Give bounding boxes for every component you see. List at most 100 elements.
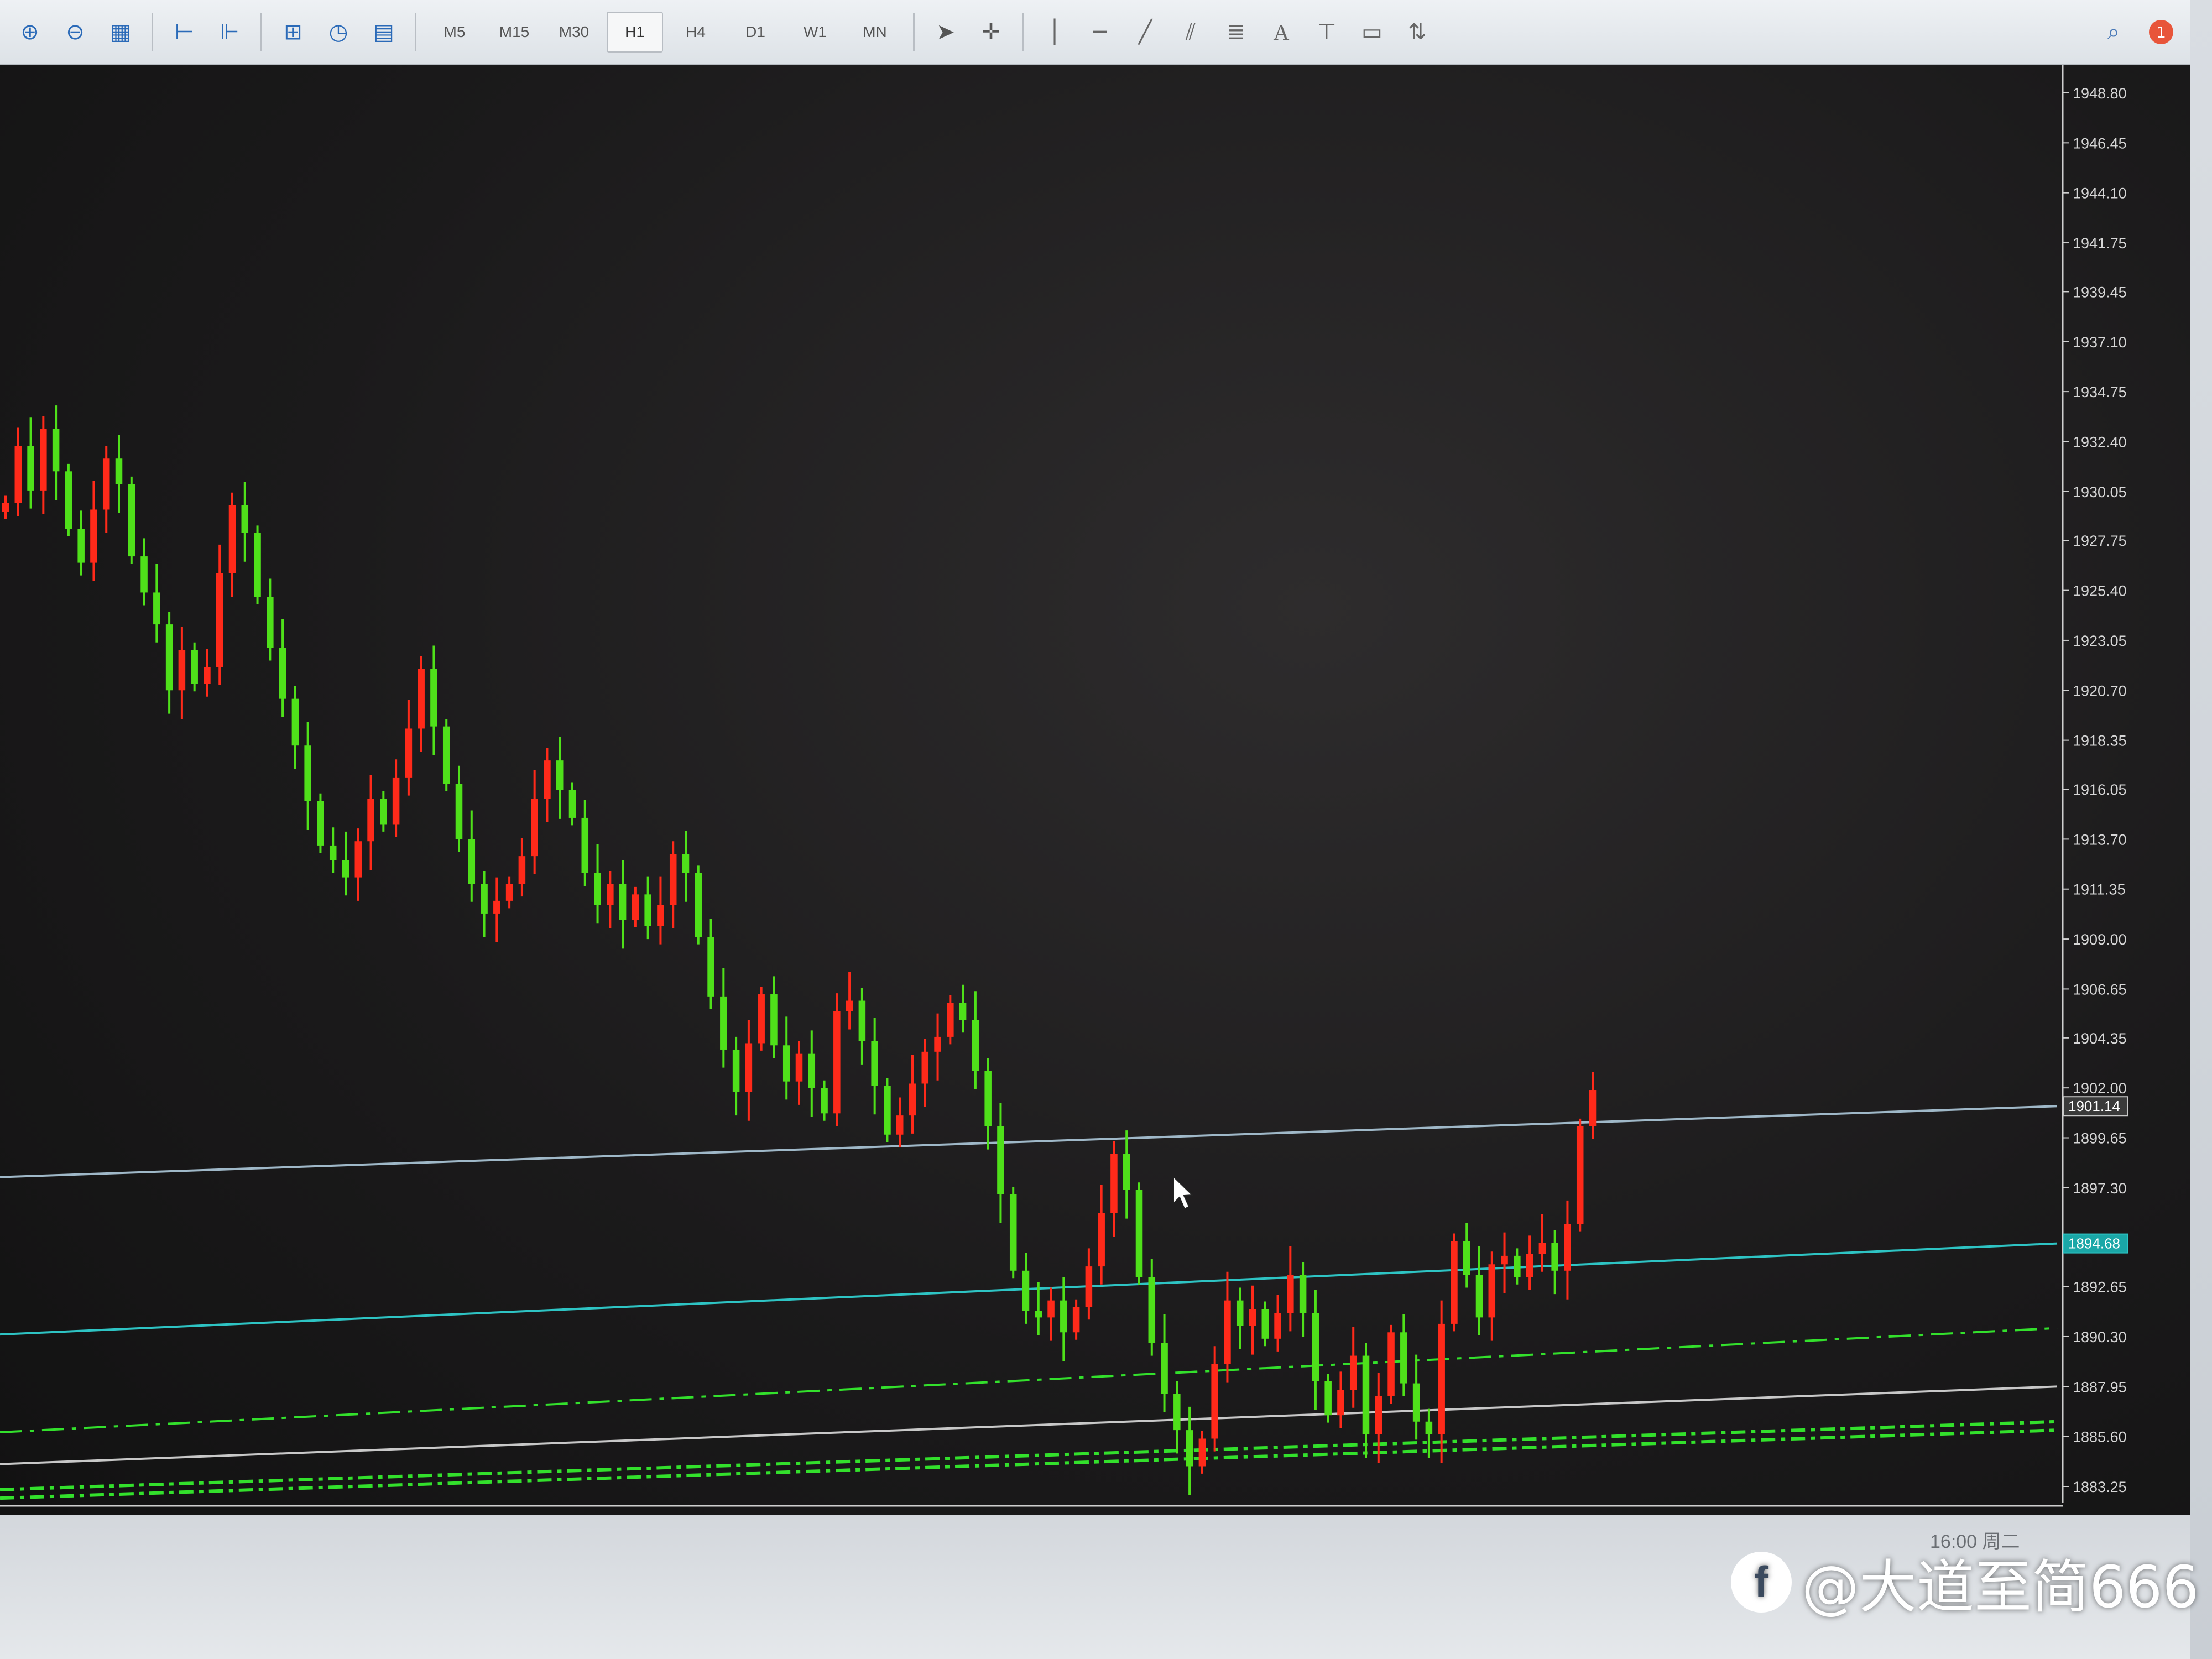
zoom-out-icon[interactable]: ⊖ — [55, 12, 95, 52]
price-tick-label: 1913.70 — [2073, 831, 2127, 848]
price-tick-label: 1897.30 — [2073, 1180, 2127, 1197]
candle-body — [782, 1045, 790, 1082]
candle-body — [1085, 1266, 1093, 1307]
price-tick-label: 1948.80 — [2073, 85, 2127, 102]
candle-body — [556, 760, 564, 790]
price-tick-label: 1941.75 — [2073, 235, 2127, 252]
candle-body — [1035, 1311, 1042, 1318]
candle-body — [1564, 1224, 1571, 1271]
candle-body — [934, 1036, 941, 1052]
candle-body — [1123, 1154, 1130, 1190]
candle-body — [657, 905, 664, 927]
candle-body — [821, 1088, 828, 1114]
candle-body — [1576, 1126, 1584, 1224]
candle-body — [468, 839, 476, 884]
toolbar-separator — [415, 13, 416, 51]
candle-body — [216, 573, 223, 667]
candle-body — [1551, 1243, 1558, 1271]
candle-body — [594, 873, 601, 905]
candle-body — [267, 597, 274, 648]
price-tick-label: 1890.30 — [2073, 1329, 2127, 1345]
candle-body — [442, 726, 450, 784]
candle-body — [430, 669, 437, 727]
candle-body — [342, 860, 349, 878]
fibonacci-icon[interactable]: ≣ — [1216, 12, 1256, 52]
candle-body — [1501, 1255, 1508, 1265]
text-icon[interactable]: A — [1261, 12, 1301, 52]
period-clock-icon[interactable]: ◷ — [319, 12, 358, 52]
price-tick-label: 1909.00 — [2073, 931, 2127, 948]
candle-body — [1337, 1390, 1344, 1416]
price-tick-label: 1923.05 — [2073, 633, 2127, 649]
alert-badge[interactable]: 1 — [2149, 20, 2173, 44]
candle-body — [1135, 1190, 1143, 1277]
candle-body — [1198, 1438, 1206, 1467]
text-label-icon[interactable]: ⊤ — [1307, 12, 1347, 52]
candle-body — [1488, 1264, 1496, 1318]
search-icon[interactable]: ⌕ — [2094, 12, 2133, 52]
price-tick-label: 1944.10 — [2073, 185, 2127, 202]
timeframe-h1[interactable]: H1 — [607, 12, 663, 53]
candle-body — [165, 624, 173, 691]
candle-body — [1186, 1430, 1193, 1467]
chart-toolbar: ⊕ ⊖ ▦ ⊢ ⊩ ⊞ ◷ ▤ M5 M15 M30 H1 H4 D1 W1 M… — [0, 0, 2190, 65]
candle-body — [1287, 1275, 1294, 1313]
candle-body — [745, 1043, 753, 1092]
timeframe-m15[interactable]: M15 — [487, 13, 541, 51]
timeframe-mn[interactable]: MN — [848, 13, 902, 51]
equidistant-channel-icon[interactable]: ⫽ — [1171, 12, 1211, 52]
drawn-line-double-dash-dot — [0, 1420, 2058, 1491]
watermark: f @大道至简666 — [1731, 1540, 2199, 1624]
candle-body — [1463, 1240, 1470, 1275]
timeframe-w1[interactable]: W1 — [788, 13, 842, 51]
candle-body — [732, 1049, 740, 1092]
timeframe-m30[interactable]: M30 — [547, 13, 601, 51]
candle-body — [1387, 1332, 1395, 1396]
price-tick-label: 1918.35 — [2073, 733, 2127, 749]
candle-body — [858, 1000, 866, 1041]
price-tick-label: 1892.65 — [2073, 1279, 2127, 1296]
horizontal-line-icon[interactable]: ─ — [1080, 12, 1120, 52]
trendline-icon[interactable]: ╱ — [1125, 12, 1165, 52]
cursor-icon[interactable]: ➤ — [926, 12, 966, 52]
tile-windows-icon[interactable]: ▦ — [101, 12, 140, 52]
candle-body — [909, 1083, 916, 1116]
crosshair-icon[interactable]: ✛ — [971, 12, 1011, 52]
candle-body — [317, 801, 324, 846]
candlestick-chart[interactable]: 1948.80 1946.45 1944.10 1941.75 1939.45 1937.… — [0, 65, 2190, 1614]
candle-body — [1324, 1381, 1332, 1416]
price-chart[interactable]: 1948.80 1946.45 1944.10 1941.75 1939.45 1937.… — [0, 65, 2190, 1614]
candle-body — [1072, 1307, 1080, 1333]
zoom-in-icon[interactable]: ⊕ — [10, 12, 50, 52]
timeframe-d1[interactable]: D1 — [728, 13, 782, 51]
candle-body — [505, 884, 513, 901]
candle-body — [1349, 1355, 1357, 1390]
vertical-line-icon[interactable]: │ — [1035, 12, 1074, 52]
candle-body — [795, 1053, 803, 1082]
candle-body — [581, 817, 589, 873]
price-tag-label: 1901.14 — [2068, 1098, 2120, 1114]
new-indicator-icon[interactable]: ⊞ — [273, 12, 313, 52]
candle-body — [833, 1011, 841, 1114]
chart-shift-icon[interactable]: ⊢ — [164, 12, 204, 52]
candle-body — [1451, 1240, 1458, 1324]
price-tick-label: 1883.25 — [2073, 1479, 2127, 1495]
templates-icon[interactable]: ▤ — [364, 12, 404, 52]
timeframe-m5[interactable]: M5 — [427, 13, 482, 51]
candle-body — [1022, 1270, 1030, 1311]
candle-body — [254, 533, 261, 597]
arrows-icon[interactable]: ⇅ — [1397, 12, 1437, 52]
candle-body — [1375, 1396, 1383, 1434]
candle-body — [770, 994, 778, 1046]
candle-body — [846, 1000, 853, 1011]
candle-body — [191, 650, 198, 684]
price-tag-label: 1894.68 — [2068, 1235, 2120, 1252]
candle-body — [279, 648, 286, 699]
candle-body — [544, 760, 551, 799]
rectangle-icon[interactable]: ▭ — [1352, 12, 1392, 52]
price-tick-label: 1899.65 — [2073, 1130, 2127, 1147]
candle-body — [1475, 1275, 1483, 1318]
price-tick-label: 1937.10 — [2073, 334, 2127, 351]
autoscroll-icon[interactable]: ⊩ — [210, 12, 249, 52]
timeframe-h4[interactable]: H4 — [669, 13, 723, 51]
